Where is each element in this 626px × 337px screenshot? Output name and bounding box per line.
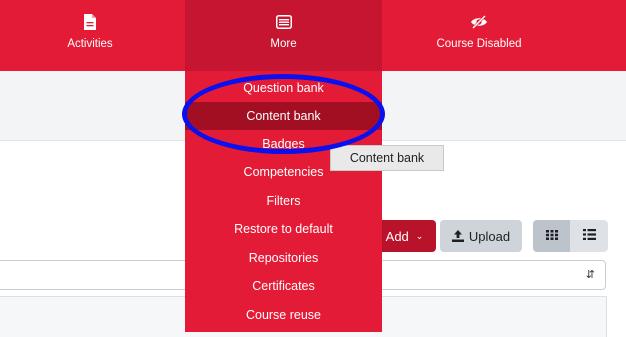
- more-dropdown-menu: Question bank Content bank Badges Compet…: [185, 71, 382, 332]
- menu-item-filters[interactable]: Filters: [185, 187, 382, 215]
- nav-course-disabled-label: Course Disabled: [436, 38, 522, 50]
- list-view-icon: [582, 227, 596, 245]
- menu-item-content-bank[interactable]: Content bank: [185, 102, 382, 130]
- top-navbar: Activities More Course Disabled: [0, 0, 626, 71]
- nav-more-button[interactable]: More: [185, 0, 382, 71]
- grid-view-button[interactable]: [533, 220, 570, 252]
- nav-activities-button[interactable]: Activities: [48, 0, 132, 71]
- nav-activities-label: Activities: [67, 38, 113, 50]
- select-caret-icon: ⇵: [585, 269, 595, 281]
- eye-slash-icon: [470, 13, 488, 31]
- menu-item-question-bank[interactable]: Question bank: [185, 74, 382, 102]
- nav-course-disabled-button[interactable]: Course Disabled: [420, 0, 538, 71]
- chevron-down-icon: ⌄: [415, 230, 424, 241]
- tooltip: Content bank: [330, 145, 444, 171]
- menu-item-repositories[interactable]: Repositories: [185, 244, 382, 272]
- menu-item-course-reuse[interactable]: Course reuse: [185, 301, 382, 329]
- menu-item-certificates[interactable]: Certificates: [185, 272, 382, 300]
- document-icon: [84, 13, 96, 31]
- menu-item-restore-to-default[interactable]: Restore to default: [185, 215, 382, 243]
- upload-button-label: Upload: [468, 228, 511, 244]
- add-button-label: Add: [385, 228, 409, 244]
- upload-icon: [451, 230, 464, 242]
- list-window-icon: [275, 13, 292, 31]
- grid-view-icon: [545, 227, 558, 245]
- list-view-button[interactable]: [570, 220, 608, 252]
- nav-more-label: More: [270, 38, 297, 50]
- add-button[interactable]: Add ⌄: [373, 220, 436, 252]
- upload-button[interactable]: Upload: [440, 220, 522, 252]
